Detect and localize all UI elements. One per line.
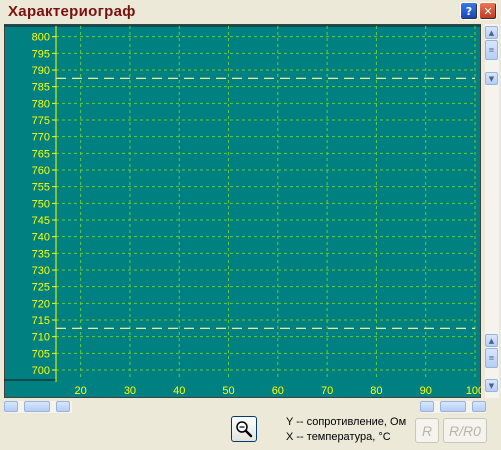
scroll-left-icon[interactable]	[4, 401, 18, 412]
x-tick-label: 100	[466, 385, 481, 397]
scroll-thumb-right[interactable]	[440, 401, 466, 412]
y-tick-label: 775	[32, 115, 50, 127]
scroll-right-icon[interactable]	[56, 401, 70, 412]
scroll-thumb-left[interactable]	[24, 401, 50, 412]
scroll-right-icon[interactable]	[472, 401, 486, 412]
y-tick-label: 760	[32, 165, 50, 177]
r-r0-mode-button[interactable]: R/R0	[443, 418, 487, 443]
y-tick-label: 710	[32, 332, 50, 344]
scroll-up-icon[interactable]: ▲	[485, 26, 498, 39]
chart-svg[interactable]: 700 705 710 715 720 725 730 735 740 745 750 755 760 7…	[4, 24, 481, 398]
x-tick-label: 70	[321, 385, 333, 397]
scroll-thumb-bottom[interactable]: ≡	[485, 348, 498, 368]
magnifier-icon	[236, 421, 253, 438]
y-tick-label: 745	[32, 215, 50, 227]
y-tick-label: 755	[32, 182, 50, 194]
x-tick-label: 60	[272, 385, 284, 397]
close-icon: ✕	[483, 4, 493, 18]
x-tick-label: 40	[173, 385, 185, 397]
y-tick-label: 790	[32, 65, 50, 77]
x-tick-label: 50	[222, 385, 234, 397]
y-tick-label: 785	[32, 82, 50, 94]
x-tick-label: 20	[75, 385, 87, 397]
window-title: Характериограф	[8, 3, 136, 20]
x-axis-legend: X -- температура, °C	[286, 431, 391, 443]
y-tick-label: 780	[32, 98, 50, 110]
y-tick-label: 715	[32, 315, 50, 327]
y-tick-label: 705	[32, 348, 50, 360]
y-tick-label: 700	[32, 365, 50, 377]
scroll-up-icon[interactable]: ▲	[485, 334, 498, 347]
scroll-thumb-top[interactable]: ≡	[485, 40, 498, 60]
y-tick-label: 765	[32, 148, 50, 160]
y-tick-label: 735	[32, 248, 50, 260]
r-mode-button[interactable]: R	[415, 418, 439, 443]
y-tick-label: 770	[32, 132, 50, 144]
y-tick-label: 795	[32, 48, 50, 60]
horizontal-scrollbar-left[interactable]	[4, 401, 72, 413]
scroll-down-icon[interactable]: ▼	[485, 379, 498, 392]
help-button[interactable]: ?	[460, 2, 478, 20]
x-tick-label: 80	[370, 385, 382, 397]
characteriograph-window: Характериограф ? ✕ 700 705 710 715 720 725 730…	[0, 0, 501, 450]
y-tick-label: 720	[32, 298, 50, 310]
horizontal-scrollbar-right[interactable]	[420, 401, 486, 413]
y-tick-label: 750	[32, 198, 50, 210]
zoom-button[interactable]	[231, 416, 257, 442]
axis-legend: Y -- сопротивление, Ом X -- температура,…	[286, 415, 406, 445]
x-tick-label: 30	[124, 385, 136, 397]
x-tick-label: 90	[420, 385, 432, 397]
help-icon: ?	[465, 4, 473, 18]
scroll-left-icon[interactable]	[420, 401, 434, 412]
vertical-scrollbar[interactable]: ▲ ≡ ▼ ▲ ≡ ▼	[485, 24, 499, 398]
scroll-down-icon[interactable]: ▼	[485, 72, 498, 85]
y-tick-label: 800	[32, 32, 50, 44]
y-axis-legend: Y -- сопротивление, Ом	[286, 416, 407, 428]
title-bar: Характериограф ? ✕	[0, 0, 501, 22]
y-tick-label: 730	[32, 265, 50, 277]
y-tick-label: 740	[32, 232, 50, 244]
y-tick-label: 725	[32, 282, 50, 294]
close-button[interactable]: ✕	[479, 2, 497, 20]
